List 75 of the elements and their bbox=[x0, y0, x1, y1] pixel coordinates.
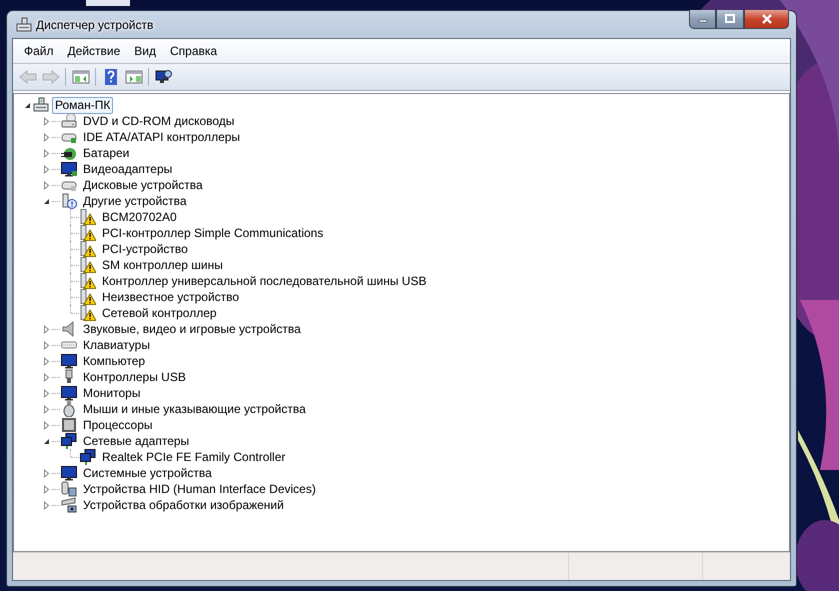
expand-arrow-icon[interactable] bbox=[42, 500, 50, 510]
tree-item[interactable]: Устройства обработки изображений bbox=[80, 496, 287, 514]
expand-arrow-icon[interactable] bbox=[42, 116, 50, 126]
camera-icon bbox=[61, 497, 77, 513]
expand-arrow-icon[interactable] bbox=[42, 388, 50, 398]
expand-arrow-icon[interactable] bbox=[42, 468, 50, 478]
tree-item[interactable]: Дисковые устройства bbox=[80, 176, 206, 194]
tree-item[interactable]: Устройства HID (Human Interface Devices) bbox=[80, 480, 319, 498]
minimize-button[interactable] bbox=[689, 10, 716, 29]
tree-item[interactable]: Клавиатуры bbox=[80, 336, 153, 354]
expand-arrow-icon[interactable] bbox=[42, 340, 50, 350]
tree-item[interactable]: Звуковые, видео и игровые устройства bbox=[80, 320, 304, 338]
tree-item[interactable]: Роман-ПК bbox=[52, 96, 114, 114]
tree-item[interactable]: Сетевые адаптеры bbox=[80, 432, 192, 450]
menu-item[interactable]: Справка bbox=[163, 44, 224, 58]
tree-item[interactable]: Неизвестное устройство bbox=[99, 288, 242, 306]
warning-device-icon bbox=[80, 225, 96, 241]
expand-arrow-icon[interactable] bbox=[42, 164, 50, 174]
monitor-icon bbox=[61, 385, 77, 401]
expand-arrow-icon[interactable] bbox=[42, 356, 50, 366]
tree-item[interactable]: DVD и CD-ROM дисководы bbox=[80, 112, 238, 130]
network-icon bbox=[61, 433, 77, 449]
device-manager-icon bbox=[16, 16, 32, 32]
maximize-button[interactable] bbox=[716, 10, 744, 29]
tree-item[interactable]: IDE ATA/ATAPI контроллеры bbox=[80, 128, 244, 146]
tree-item[interactable]: Батареи bbox=[80, 144, 132, 162]
maximize-icon bbox=[724, 14, 736, 24]
tree-item[interactable]: Системные устройства bbox=[80, 464, 215, 482]
tree-item[interactable]: Процессоры bbox=[80, 416, 156, 434]
collapse-arrow-icon[interactable] bbox=[42, 198, 50, 204]
battery-plug-icon bbox=[61, 145, 77, 161]
close-icon bbox=[760, 14, 772, 24]
warning-device-icon bbox=[80, 305, 96, 321]
tree-item[interactable]: BCM20702A0 bbox=[99, 208, 180, 226]
expand-arrow-icon[interactable] bbox=[42, 324, 50, 334]
tree-item[interactable]: PCI-контроллер Simple Communications bbox=[99, 224, 326, 242]
tree-item[interactable]: Мониторы bbox=[80, 384, 144, 402]
computer-icon bbox=[33, 97, 49, 113]
warning-device-icon bbox=[80, 289, 96, 305]
tree-item[interactable]: Видеоадаптеры bbox=[80, 160, 176, 178]
warning-device-icon bbox=[80, 257, 96, 273]
tree-item[interactable]: Контроллеры USB bbox=[80, 368, 189, 386]
tree-item[interactable]: Другие устройства bbox=[80, 192, 190, 210]
expand-arrow-icon[interactable] bbox=[42, 420, 50, 430]
network-icon bbox=[80, 449, 96, 465]
tree-item[interactable]: Realtek PCIe FE Family Controller bbox=[99, 448, 288, 466]
monitor-icon bbox=[61, 353, 77, 369]
warning-device-icon bbox=[80, 241, 96, 257]
collapse-arrow-icon[interactable] bbox=[42, 438, 50, 444]
collapse-arrow-icon[interactable] bbox=[24, 102, 30, 108]
window-title: Диспетчер устройств bbox=[36, 18, 154, 32]
menu-item[interactable]: Вид bbox=[127, 44, 163, 58]
tree-item[interactable]: PCI-устройство bbox=[99, 240, 191, 258]
expand-arrow-icon[interactable] bbox=[42, 132, 50, 142]
mouse-icon bbox=[61, 401, 77, 417]
menu-item[interactable]: Действие bbox=[60, 44, 128, 58]
question-device-icon bbox=[61, 193, 77, 209]
expand-arrow-icon[interactable] bbox=[42, 180, 50, 190]
close-button[interactable] bbox=[744, 10, 789, 29]
menu-item[interactable]: Файл bbox=[17, 44, 61, 58]
tree-item[interactable]: SM контроллер шины bbox=[99, 256, 226, 274]
monitor-icon bbox=[61, 465, 77, 481]
warning-device-icon bbox=[80, 209, 96, 225]
monitor-icon bbox=[61, 161, 77, 177]
tree-item[interactable]: Компьютер bbox=[80, 352, 148, 370]
expand-arrow-icon[interactable] bbox=[42, 372, 50, 382]
tree-item[interactable]: Сетевой контроллер bbox=[99, 304, 220, 322]
device-icon bbox=[61, 481, 77, 497]
expand-arrow-icon[interactable] bbox=[42, 148, 50, 158]
chip-icon bbox=[61, 417, 77, 433]
expand-arrow-icon[interactable] bbox=[42, 404, 50, 414]
tree-item[interactable]: Контроллер универсальной последовательной шины USB bbox=[99, 272, 430, 290]
warning-device-icon bbox=[80, 273, 96, 289]
tree-item[interactable]: Мыши и иные указывающие устройства bbox=[80, 400, 309, 418]
expand-arrow-icon[interactable] bbox=[42, 484, 50, 494]
